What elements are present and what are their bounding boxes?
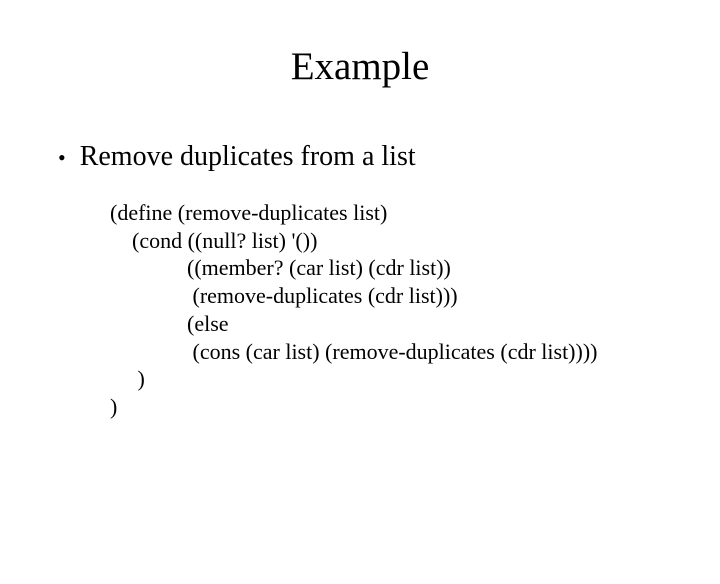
bullet-text: Remove duplicates from a list <box>80 141 416 173</box>
slide-title: Example <box>0 44 720 89</box>
code-block: (define (remove-duplicates list) (cond (… <box>110 199 720 421</box>
bullet-marker: • <box>58 147 66 169</box>
bullet-item: • Remove duplicates from a list <box>58 141 720 173</box>
